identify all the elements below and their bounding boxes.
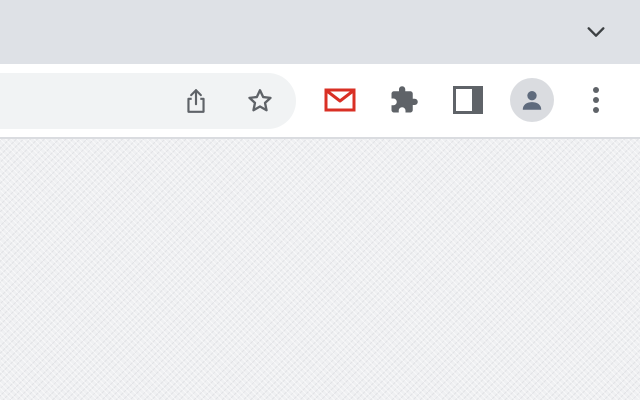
chrome-menu-button[interactable] bbox=[574, 78, 618, 122]
bookmark-button[interactable] bbox=[238, 79, 282, 123]
share-button[interactable] bbox=[174, 79, 218, 123]
browser-window bbox=[0, 0, 640, 400]
profile-button[interactable] bbox=[510, 78, 554, 122]
gmail-icon bbox=[324, 88, 356, 112]
extensions-button[interactable] bbox=[382, 78, 426, 122]
share-icon bbox=[187, 89, 205, 113]
side-panel-icon bbox=[453, 86, 483, 114]
address-bar[interactable] bbox=[0, 73, 296, 129]
person-icon bbox=[522, 91, 542, 110]
chevron-down-icon bbox=[587, 27, 605, 37]
gmail-extension-button[interactable] bbox=[318, 78, 362, 122]
tab-strip bbox=[0, 0, 640, 64]
more-vert-icon bbox=[593, 87, 599, 113]
page-content[interactable] bbox=[0, 139, 640, 400]
tab-search-button[interactable] bbox=[578, 14, 614, 50]
toolbar bbox=[0, 64, 640, 137]
star-icon bbox=[248, 89, 272, 112]
puzzle-icon bbox=[391, 86, 418, 113]
avatar bbox=[510, 78, 554, 122]
side-panel-button[interactable] bbox=[446, 78, 490, 122]
